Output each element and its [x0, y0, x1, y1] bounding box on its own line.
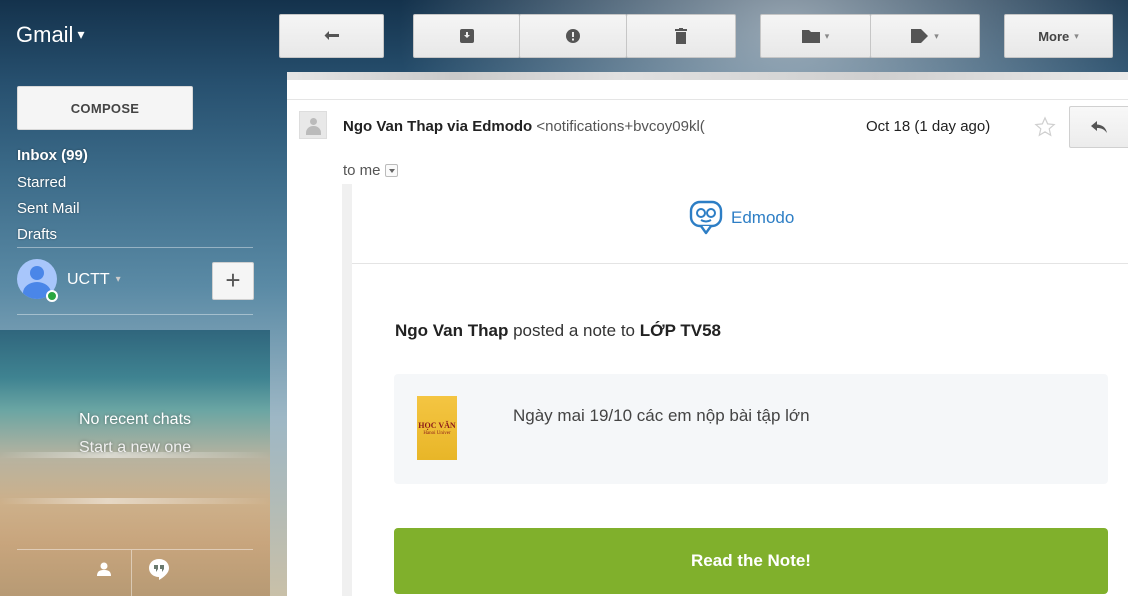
chevron-down-icon: ▾	[77, 26, 85, 42]
delete-button[interactable]	[626, 14, 736, 58]
sidebar-item-sent-mail[interactable]: Sent Mail	[17, 200, 80, 217]
edmodo-owl-icon	[689, 200, 723, 235]
trash-icon	[675, 28, 687, 44]
sender-email: <notifications+bvcoy09kl(	[536, 118, 705, 135]
poster-name: Ngo Van Thap	[395, 321, 509, 340]
sender-avatar-body	[306, 126, 321, 135]
presence-status-icon	[46, 290, 58, 302]
folder-icon	[801, 30, 820, 43]
avatar-head	[30, 266, 44, 280]
message-date: Oct 18 (1 day ago)	[866, 118, 991, 135]
report-spam-icon	[566, 29, 580, 43]
back-to-inbox-button[interactable]	[279, 14, 384, 58]
sidebar-item-drafts[interactable]: Drafts	[17, 226, 57, 243]
edmodo-logo[interactable]: Edmodo	[689, 200, 794, 236]
background-wave	[0, 498, 270, 504]
message-divider	[287, 99, 1128, 100]
account-name: UCTT	[67, 271, 110, 288]
start-new-chat-link[interactable]: Start a new one	[0, 439, 270, 457]
label-tag-icon	[911, 29, 929, 43]
hangouts-quote-icon[interactable]	[148, 558, 170, 580]
sender-avatar	[299, 111, 327, 139]
report-spam-button[interactable]	[519, 14, 627, 58]
more-label: More	[1038, 28, 1070, 44]
sidebar-item-inbox[interactable]: Inbox (99)	[17, 147, 88, 164]
chevron-down-icon: ▾	[934, 30, 939, 41]
chevron-down-icon: ▾	[1074, 30, 1079, 41]
group-name: LỚP TV58	[639, 321, 722, 340]
more-button[interactable]: More ▾	[1004, 14, 1113, 58]
no-recent-chats-text: No recent chats	[78, 411, 192, 428]
group-thumbnail: HỌC VĂN Hanoi Univer	[417, 396, 457, 460]
sender-name: Ngo Van Thap via Edmodo	[343, 118, 533, 135]
note-text: Ngày mai 19/10 các em nộp bài tập lớn	[513, 406, 810, 425]
chat-bottom-bar	[17, 549, 253, 596]
sender-line[interactable]: Ngo Van Thap via Edmodo <notifications+b…	[343, 118, 823, 135]
edmodo-wordmark: Edmodo	[731, 208, 795, 227]
subject-line-partial	[287, 72, 1128, 80]
post-summary: Ngo Van Thap posted a note to LỚP TV58	[395, 321, 721, 341]
read-the-note-button[interactable]: Read the Note!	[394, 528, 1108, 594]
compose-button[interactable]: COMPOSE	[17, 86, 193, 130]
group-thumbnail-subtitle: Hanoi Univer	[423, 430, 451, 436]
email-body: Edmodo Ngo Van Thap posted a note to LỚP…	[342, 184, 1128, 596]
bottom-bar-divider	[131, 550, 132, 596]
reply-arrow-icon	[1091, 121, 1107, 133]
sidebar-item-starred[interactable]: Starred	[17, 174, 66, 191]
back-arrow-icon	[324, 31, 339, 40]
email-header-divider	[352, 263, 1128, 264]
group-thumbnail-title: HỌC VĂN	[418, 420, 456, 430]
sidebar-divider	[17, 314, 253, 315]
recipient-text: to me	[343, 162, 381, 179]
archive-button[interactable]	[413, 14, 520, 58]
labels-button[interactable]: ▾	[870, 14, 980, 58]
show-details-dropdown-icon[interactable]	[384, 164, 398, 177]
reply-button[interactable]	[1069, 106, 1128, 148]
chevron-down-icon: ▾	[115, 274, 121, 285]
sender-avatar-head	[310, 118, 317, 125]
posted-text: posted a note to	[508, 321, 640, 340]
star-icon[interactable]	[1034, 116, 1056, 138]
contacts-person-icon[interactable]	[97, 562, 111, 576]
move-to-button[interactable]: ▾	[760, 14, 871, 58]
chevron-down-icon: ▾	[824, 30, 830, 41]
app-title: Gmail	[16, 22, 74, 47]
hangouts-account-menu[interactable]: UCTT ▾	[67, 271, 121, 289]
recipient-line: to me	[343, 162, 398, 179]
note-card: HỌC VĂN Hanoi Univer Ngày mai 19/10 các …	[394, 374, 1108, 484]
archive-icon	[459, 29, 474, 43]
gmail-app-switcher[interactable]: Gmail ▾	[16, 22, 84, 48]
sidebar-divider	[17, 247, 253, 248]
new-chat-button[interactable]: +	[212, 262, 254, 300]
message-view: Ngo Van Thap via Edmodo <notifications+b…	[287, 72, 1128, 596]
